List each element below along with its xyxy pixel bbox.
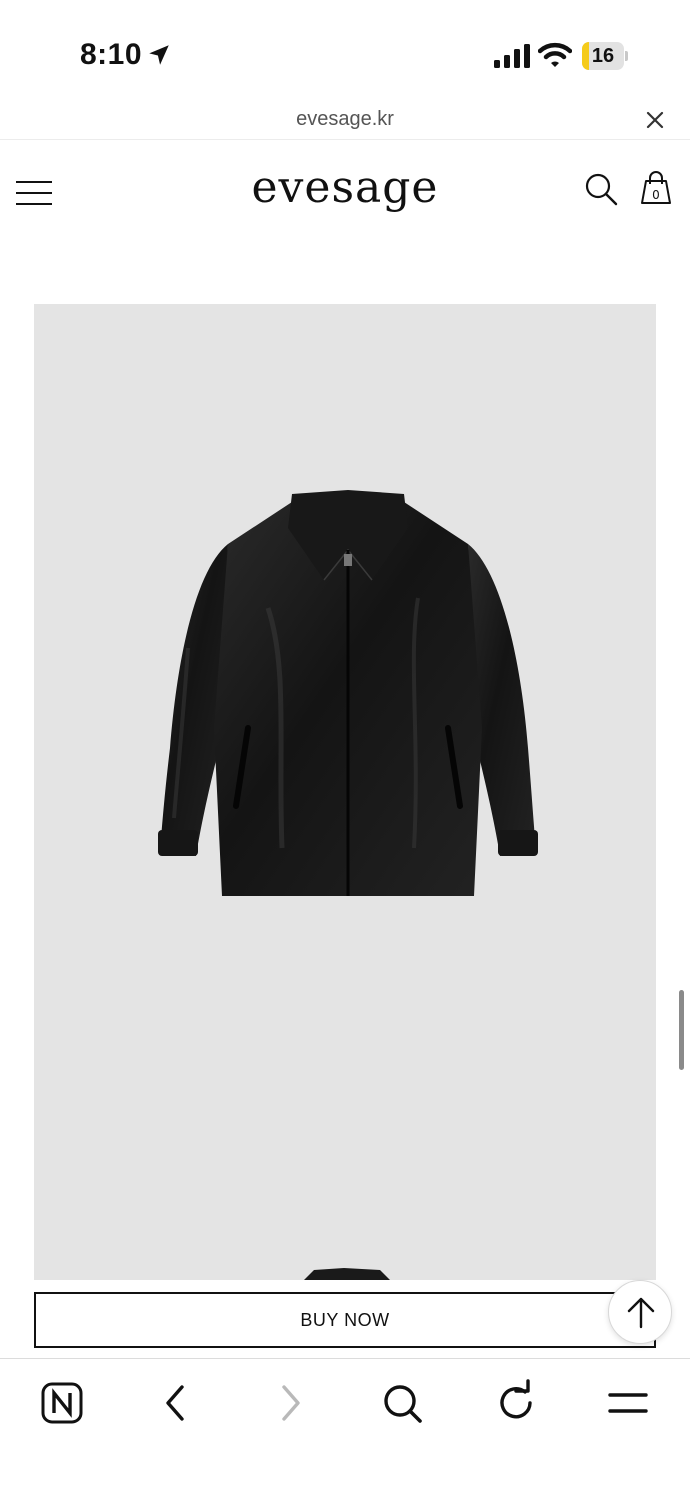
- back-icon[interactable]: [152, 1379, 200, 1427]
- next-product-image: [304, 1268, 390, 1280]
- location-arrow-icon: [149, 45, 169, 65]
- cart-count: 0: [652, 188, 660, 202]
- scroll-indicator[interactable]: [679, 990, 684, 1070]
- page: 8:10 16 evesage.kr evesage 0 BUY NOW: [0, 0, 690, 1500]
- url-text[interactable]: evesage.kr: [0, 108, 690, 131]
- battery-cap: [625, 51, 628, 61]
- naver-icon[interactable]: [38, 1379, 86, 1427]
- wifi-icon: [538, 42, 572, 67]
- buy-now-button[interactable]: BUY NOW: [34, 1292, 656, 1348]
- search-icon[interactable]: [584, 172, 618, 206]
- status-time: 8:10: [80, 38, 143, 71]
- arrow-up-icon: [627, 1297, 655, 1329]
- site-header: evesage 0: [0, 140, 690, 240]
- browser-menu-icon[interactable]: [604, 1379, 652, 1427]
- jacket-image: [158, 490, 538, 896]
- search-icon[interactable]: [378, 1379, 426, 1427]
- close-icon[interactable]: [644, 109, 666, 131]
- signal-icon: [494, 44, 530, 68]
- battery-icon: 16: [582, 42, 628, 70]
- scroll-to-top-button[interactable]: [608, 1280, 672, 1344]
- battery-percent: 16: [591, 45, 615, 67]
- forward-icon[interactable]: [266, 1379, 314, 1427]
- url-bar[interactable]: evesage.kr: [0, 100, 690, 140]
- status-bar: 8:10 16: [0, 0, 690, 100]
- product-image[interactable]: [34, 304, 656, 1280]
- reload-icon[interactable]: [492, 1379, 540, 1427]
- battery-body: 16: [582, 42, 624, 70]
- browser-toolbar: [0, 1358, 690, 1500]
